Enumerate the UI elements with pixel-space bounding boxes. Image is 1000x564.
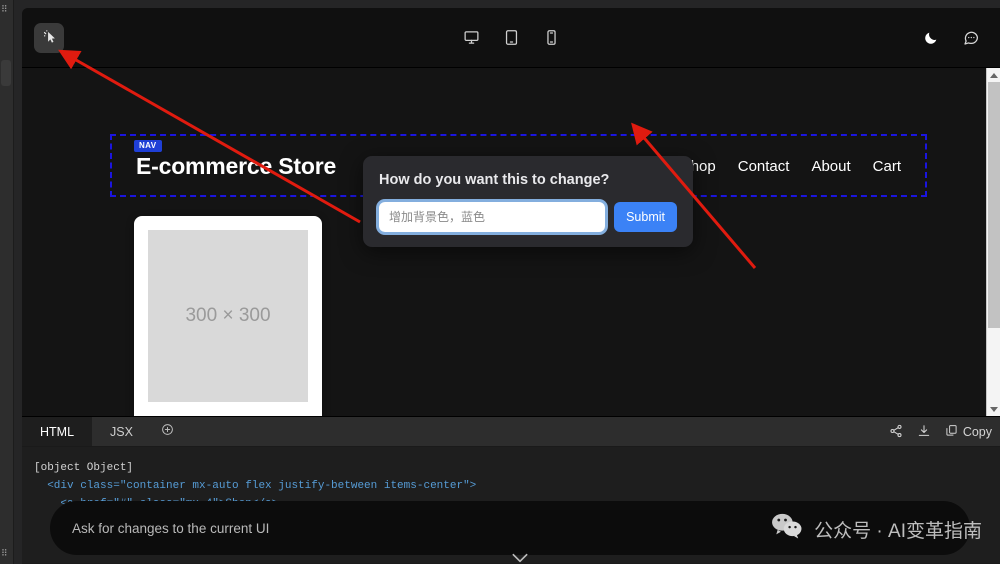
scroll-up-arrow-icon[interactable] xyxy=(990,73,998,78)
download-icon xyxy=(917,424,931,441)
submit-button[interactable]: Submit xyxy=(614,202,677,232)
tablet-icon xyxy=(503,29,520,46)
desktop-icon xyxy=(463,29,480,46)
site-title: E-commerce Store xyxy=(136,152,337,179)
collapse-chevron-button[interactable] xyxy=(510,551,530,564)
copy-label: Copy xyxy=(962,425,992,439)
product-image-placeholder: 300 × 300 xyxy=(148,230,308,402)
change-request-dialog: How do you want this to change? Submit xyxy=(363,156,693,247)
host-strip-glyph-bottom: ⠿ xyxy=(1,548,8,558)
share-button[interactable] xyxy=(889,424,903,441)
theme-toggle-button[interactable] xyxy=(916,23,946,53)
nav-link-cart[interactable]: Cart xyxy=(873,158,901,175)
app-root: ⠿ ⠿ NAV E-commerce Store Shop Contact Ab… xyxy=(0,0,1000,564)
mobile-icon xyxy=(543,29,560,46)
dialog-input-row: Submit xyxy=(379,202,677,232)
top-toolbar xyxy=(22,8,1000,68)
copy-icon xyxy=(945,424,958,440)
host-edge-strip: ⠿ ⠿ xyxy=(0,0,14,564)
ask-prompt-placeholder: Ask for changes to the current UI xyxy=(72,520,270,536)
code-text: [object Object] xyxy=(34,462,134,474)
copy-button[interactable]: Copy xyxy=(945,424,992,440)
chat-bubble-icon xyxy=(962,29,980,47)
share-icon xyxy=(889,424,903,441)
plus-circle-icon xyxy=(161,423,174,441)
tab-html[interactable]: HTML xyxy=(22,417,93,446)
code-line: <div class="container mx-auto flex justi… xyxy=(34,477,1000,495)
tab-jsx[interactable]: JSX xyxy=(92,417,151,446)
code-actions: Copy xyxy=(889,417,992,447)
host-strip-glyph-top: ⠿ xyxy=(1,4,8,14)
main-window: NAV E-commerce Store Home Shop Contact A… xyxy=(22,8,1000,564)
product-card: 300 × 300 Product 1 Description of Produ… xyxy=(134,216,322,416)
scrollbar-thumb[interactable] xyxy=(988,82,1000,328)
device-switcher xyxy=(22,23,1000,53)
code-text: <div class="container mx-auto flex justi… xyxy=(47,480,477,492)
code-tabbar: HTML JSX Copy xyxy=(22,417,1000,447)
device-desktop-button[interactable] xyxy=(456,23,486,53)
device-mobile-button[interactable] xyxy=(536,23,566,53)
code-panel: HTML JSX Copy [object Object] <div class… xyxy=(22,417,1000,563)
code-line: [object Object] xyxy=(34,459,1000,477)
chat-button[interactable] xyxy=(956,23,986,53)
device-tablet-button[interactable] xyxy=(496,23,526,53)
nav-link-contact[interactable]: Contact xyxy=(738,158,790,175)
download-button[interactable] xyxy=(917,424,931,441)
preview-canvas: NAV E-commerce Store Home Shop Contact A… xyxy=(22,68,1000,417)
scroll-down-arrow-icon[interactable] xyxy=(990,407,998,412)
preview-scrollbar[interactable] xyxy=(986,68,1000,416)
toolbar-right-group xyxy=(916,23,986,53)
host-strip-handle[interactable] xyxy=(1,60,11,86)
nav-link-about[interactable]: About xyxy=(811,158,850,175)
change-request-input[interactable] xyxy=(379,202,606,232)
add-tab-button[interactable] xyxy=(151,417,184,446)
dialog-title: How do you want this to change? xyxy=(379,172,610,188)
moon-icon xyxy=(923,30,939,46)
ask-prompt-bar[interactable]: Ask for changes to the current UI xyxy=(50,501,970,563)
